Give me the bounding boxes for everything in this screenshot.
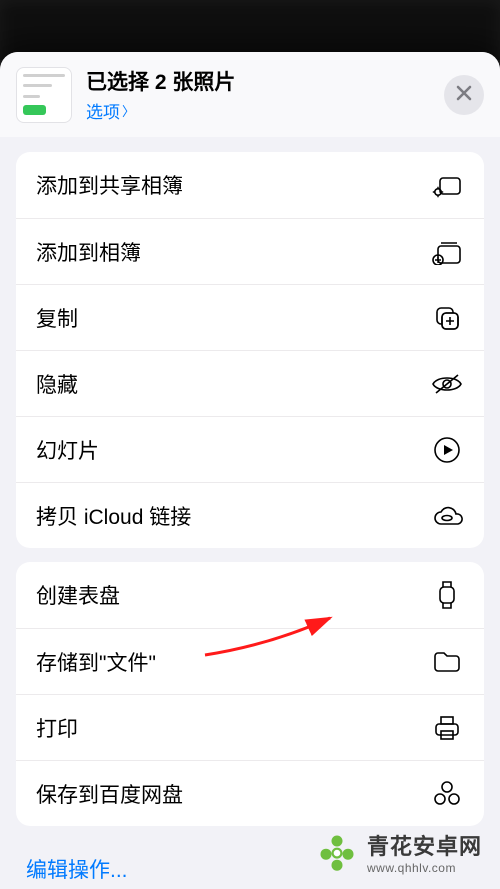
action-copy[interactable]: 复制 — [16, 284, 484, 350]
album-add-icon — [430, 239, 464, 265]
cloud-link-icon — [430, 504, 464, 528]
action-slideshow[interactable]: 幻灯片 — [16, 416, 484, 482]
sheet-header: 已选择 2 张照片 选项 〉 — [0, 52, 500, 137]
action-hide[interactable]: 隐藏 — [16, 350, 484, 416]
copy-icon — [430, 304, 464, 332]
action-add-to-album[interactable]: 添加到相簿 — [16, 218, 484, 284]
watch-icon — [430, 580, 464, 610]
action-create-watch-face[interactable]: 创建表盘 — [16, 562, 484, 628]
action-add-to-shared-album[interactable]: 添加到共享相簿 — [16, 152, 484, 218]
action-label: 添加到相簿 — [36, 237, 141, 267]
watermark-url: www.qhhlv.com — [367, 861, 482, 875]
action-save-to-baidu[interactable]: 保存到百度网盘 — [16, 760, 484, 826]
printer-icon — [430, 714, 464, 742]
actions-group-2: 创建表盘 存储到"文件" 打印 — [16, 562, 484, 826]
play-circle-icon — [430, 436, 464, 464]
edit-actions-label: 编辑操作... — [26, 859, 128, 882]
baidu-pan-icon — [430, 780, 464, 808]
action-label: 添加到共享相簿 — [36, 170, 183, 200]
action-label: 保存到百度网盘 — [36, 779, 183, 809]
close-icon — [455, 82, 473, 108]
eye-slash-icon — [430, 373, 464, 395]
action-label: 隐藏 — [36, 369, 78, 399]
action-label: 存储到"文件" — [36, 647, 156, 677]
shared-album-icon — [430, 172, 464, 198]
watermark-logo — [315, 830, 359, 874]
close-button[interactable] — [444, 75, 484, 115]
actions-group-1: 添加到共享相簿 添加到相簿 复制 — [16, 152, 484, 548]
action-label: 打印 — [36, 713, 78, 743]
action-copy-icloud-link[interactable]: 拷贝 iCloud 链接 — [16, 482, 484, 548]
share-sheet: 已选择 2 张照片 选项 〉 添加到共享相簿 添加到相簿 — [0, 52, 500, 889]
header-text: 已选择 2 张照片 选项 〉 — [86, 66, 430, 123]
action-label: 创建表盘 — [36, 580, 120, 610]
chevron-right-icon: 〉 — [122, 101, 135, 120]
action-print[interactable]: 打印 — [16, 694, 484, 760]
selection-title: 已选择 2 张照片 — [86, 66, 430, 96]
action-label: 幻灯片 — [36, 435, 99, 465]
options-label: 选项 — [86, 98, 120, 123]
watermark-name: 青花安卓网 — [367, 829, 482, 861]
watermark: 青花安卓网 www.qhhlv.com — [315, 829, 482, 875]
action-label: 拷贝 iCloud 链接 — [36, 501, 191, 531]
folder-icon — [430, 650, 464, 674]
action-save-to-files[interactable]: 存储到"文件" — [16, 628, 484, 694]
selection-thumbnail[interactable] — [16, 67, 72, 123]
action-label: 复制 — [36, 303, 78, 333]
actions-scroll[interactable]: 添加到共享相簿 添加到相簿 复制 — [0, 142, 500, 889]
options-button[interactable]: 选项 〉 — [86, 98, 135, 123]
